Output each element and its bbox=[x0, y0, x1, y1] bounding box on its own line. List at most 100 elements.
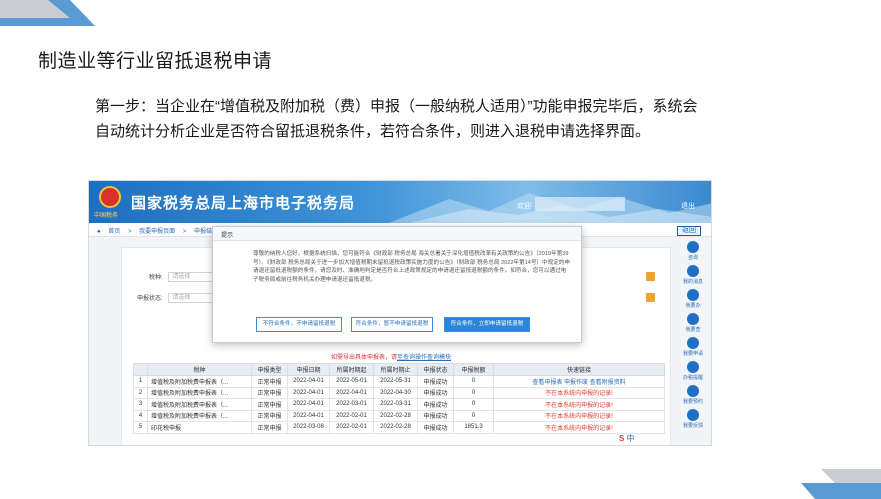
portal-site-title: 国家税务总局上海市电子税务局 bbox=[131, 195, 356, 212]
row-declare-type: 正常申报 bbox=[251, 375, 288, 388]
modal-title: 提示 bbox=[213, 227, 581, 241]
calendar-icon bbox=[687, 385, 699, 397]
row-declare-date: 2022-04-01 bbox=[287, 398, 330, 411]
emblem-caption: 中国税务 bbox=[94, 213, 119, 219]
col-quick-links: 快速链接 bbox=[493, 363, 665, 376]
chat-icon bbox=[687, 241, 699, 253]
breadcrumb-separator: > bbox=[182, 229, 187, 235]
calendar-icon[interactable] bbox=[646, 293, 655, 302]
toolbar-item-apply[interactable]: 我要申请 bbox=[680, 337, 706, 357]
toolbar-item-handle[interactable]: 我要办 bbox=[680, 289, 706, 309]
ime-language-label: 中 bbox=[626, 434, 635, 443]
toolbar-item-query[interactable]: 我要查 bbox=[680, 313, 706, 333]
row-period-start: 2022-02-01 bbox=[329, 421, 374, 434]
breadcrumb-item-declare[interactable]: 我要申报页面 bbox=[139, 229, 175, 235]
row-period-end: 2022-04-30 bbox=[373, 386, 418, 399]
row-tax-amount: 0 bbox=[453, 409, 494, 422]
row-period-start: 2022-05-01 bbox=[329, 375, 374, 388]
row-tax-type: 增值税及附加税费申报表（... bbox=[147, 398, 252, 411]
slide-title: 制造业等行业留抵退税申请 bbox=[38, 51, 273, 72]
export-notice-text: 如需导出具体申报表，请 bbox=[331, 355, 398, 361]
row-period-end: 2022-02-28 bbox=[373, 409, 418, 422]
row-declare-date: 2022-04-01 bbox=[287, 386, 330, 399]
row-index: 5 bbox=[133, 421, 148, 434]
export-notice: 如需导出具体申报表，请至查询操作查询模块 bbox=[331, 352, 451, 361]
declaration-table: 税种 申报类型 申报日期 所属时期起 所属时期止 申报状态 申报税额 快速链接 … bbox=[133, 363, 665, 434]
col-declare-date: 申报日期 bbox=[287, 363, 330, 376]
row-status: 申报成功 bbox=[417, 398, 454, 411]
row-period-end: 2022-05-31 bbox=[373, 375, 418, 388]
tax-emblem-icon bbox=[99, 186, 121, 208]
row-index: 1 bbox=[133, 375, 148, 388]
toolbar-item-consult[interactable]: 咨询 bbox=[680, 241, 706, 261]
calendar-icon[interactable] bbox=[646, 272, 655, 281]
row-tax-amount: 1851.3 bbox=[453, 421, 494, 434]
message-icon bbox=[687, 265, 699, 277]
toolbar-item-appointment[interactable]: 我要预约 bbox=[680, 385, 706, 405]
logout-link[interactable]: 退出 bbox=[681, 201, 695, 211]
row-declare-type: 正常申报 bbox=[251, 409, 288, 422]
breadcrumb-item-home[interactable]: 首页 bbox=[108, 229, 120, 235]
refund-prompt-modal: 提示 尊敬的纳税人您好，根据系统扫描，您可能符合《财政部 税务总局 海关总署关于… bbox=[212, 226, 582, 343]
row-index: 3 bbox=[133, 398, 148, 411]
row-declare-type: 正常申报 bbox=[251, 398, 288, 411]
row-declare-date: 2022-04-01 bbox=[287, 375, 330, 388]
redacted-username bbox=[535, 197, 625, 211]
task-icon bbox=[687, 289, 699, 301]
corner-decoration-top-left bbox=[0, 0, 95, 26]
row-index: 4 bbox=[133, 409, 148, 422]
table-row: 3 增值税及附加税费申报表（... 正常申报 2022-04-01 2022-0… bbox=[133, 398, 665, 411]
row-quick-links: 不在本系统内申报的记录! bbox=[493, 398, 665, 411]
row-declare-date: 2022-03-08 bbox=[287, 421, 330, 434]
bell-icon bbox=[687, 361, 699, 373]
not-eligible-button[interactable]: 不符合条件，不申请留抵退税 bbox=[256, 317, 342, 332]
return-button[interactable]: 返回 bbox=[677, 226, 701, 236]
row-period-start: 2022-04-01 bbox=[329, 386, 374, 399]
row-status: 申报成功 bbox=[417, 386, 454, 399]
toolbar-item-feedback[interactable]: 我要反馈 bbox=[680, 409, 706, 429]
modal-message: 尊敬的纳税人您好，根据系统扫描，您可能符合《财政部 税务总局 海关总署关于深化增… bbox=[253, 251, 570, 283]
eligible-defer-button[interactable]: 符合条件，暂不申请留抵退税 bbox=[351, 317, 433, 332]
row-declare-date: 2022-04-01 bbox=[287, 409, 330, 422]
col-period-start: 所属时期起 bbox=[329, 363, 374, 376]
row-quick-links[interactable]: 查看申报表 申报作废 查看附报资料 bbox=[493, 375, 665, 388]
col-status: 申报状态 bbox=[417, 363, 454, 376]
table-row: 5 印花税申报 正常申报 2022-03-08 2022-02-01 2022-… bbox=[133, 421, 665, 434]
col-tax-type: 税种 bbox=[147, 363, 252, 376]
table-header-row: 税种 申报类型 申报日期 所属时期起 所属时期止 申报状态 申报税额 快速链接 bbox=[133, 363, 665, 376]
ime-logo-icon: S bbox=[619, 434, 625, 443]
tax-type-label: 税种: bbox=[149, 275, 163, 281]
apply-refund-now-button[interactable]: 符合条件，立即申请留抵退税 bbox=[444, 317, 530, 332]
row-tax-amount: 0 bbox=[453, 386, 494, 399]
row-tax-amount: 0 bbox=[453, 375, 494, 388]
row-period-start: 2022-02-01 bbox=[329, 409, 374, 422]
row-tax-type: 增值税及附加税费申报表（... bbox=[147, 409, 252, 422]
status-label: 申报状态: bbox=[137, 296, 163, 302]
row-declare-type: 正常申报 bbox=[251, 386, 288, 399]
row-status: 申报成功 bbox=[417, 421, 454, 434]
row-tax-type: 增值税及附加税费申报表（... bbox=[147, 386, 252, 399]
row-period-end: 2022-03-31 bbox=[373, 398, 418, 411]
search-icon bbox=[687, 313, 699, 325]
row-quick-links: 不在本系统内申报的记录! bbox=[493, 386, 665, 399]
row-tax-type: 增值税及附加税费申报表（... bbox=[147, 375, 252, 388]
toolbar-item-messages[interactable]: 我的消息 bbox=[680, 265, 706, 285]
home-icon: ● bbox=[97, 229, 101, 235]
row-period-start: 2022-03-01 bbox=[329, 398, 374, 411]
toolbar-item-reminder[interactable]: 办税提醒 bbox=[680, 361, 706, 381]
col-period-end: 所属时期止 bbox=[373, 363, 418, 376]
input-method-toolbar[interactable]: S中 bbox=[619, 433, 634, 444]
welcome-text: 欢迎 bbox=[517, 203, 531, 210]
row-tax-type: 印花税申报 bbox=[147, 421, 252, 434]
col-declare-type: 申报类型 bbox=[251, 363, 288, 376]
slide-body-text: 第一步：当企业在“增值税及附加税（费）申报（一般纳税人适用）”功能申报完毕后，系… bbox=[95, 98, 698, 140]
feedback-icon bbox=[687, 409, 699, 421]
row-period-end: 2022-02-28 bbox=[373, 421, 418, 434]
row-quick-links: 不在本系统内申报的记录! bbox=[493, 421, 665, 434]
col-tax-amount: 申报税额 bbox=[453, 363, 494, 376]
portal-screenshot: 中国税务 国家税务总局上海市电子税务局 欢迎 退出 ● 首页 > 我要申报页面 … bbox=[88, 180, 712, 446]
query-module-link[interactable]: 至查询操作查询模块 bbox=[397, 355, 451, 361]
col-index bbox=[133, 363, 148, 376]
table-row: 1 增值税及附加税费申报表（... 正常申报 2022-04-01 2022-0… bbox=[133, 375, 665, 388]
row-index: 2 bbox=[133, 386, 148, 399]
